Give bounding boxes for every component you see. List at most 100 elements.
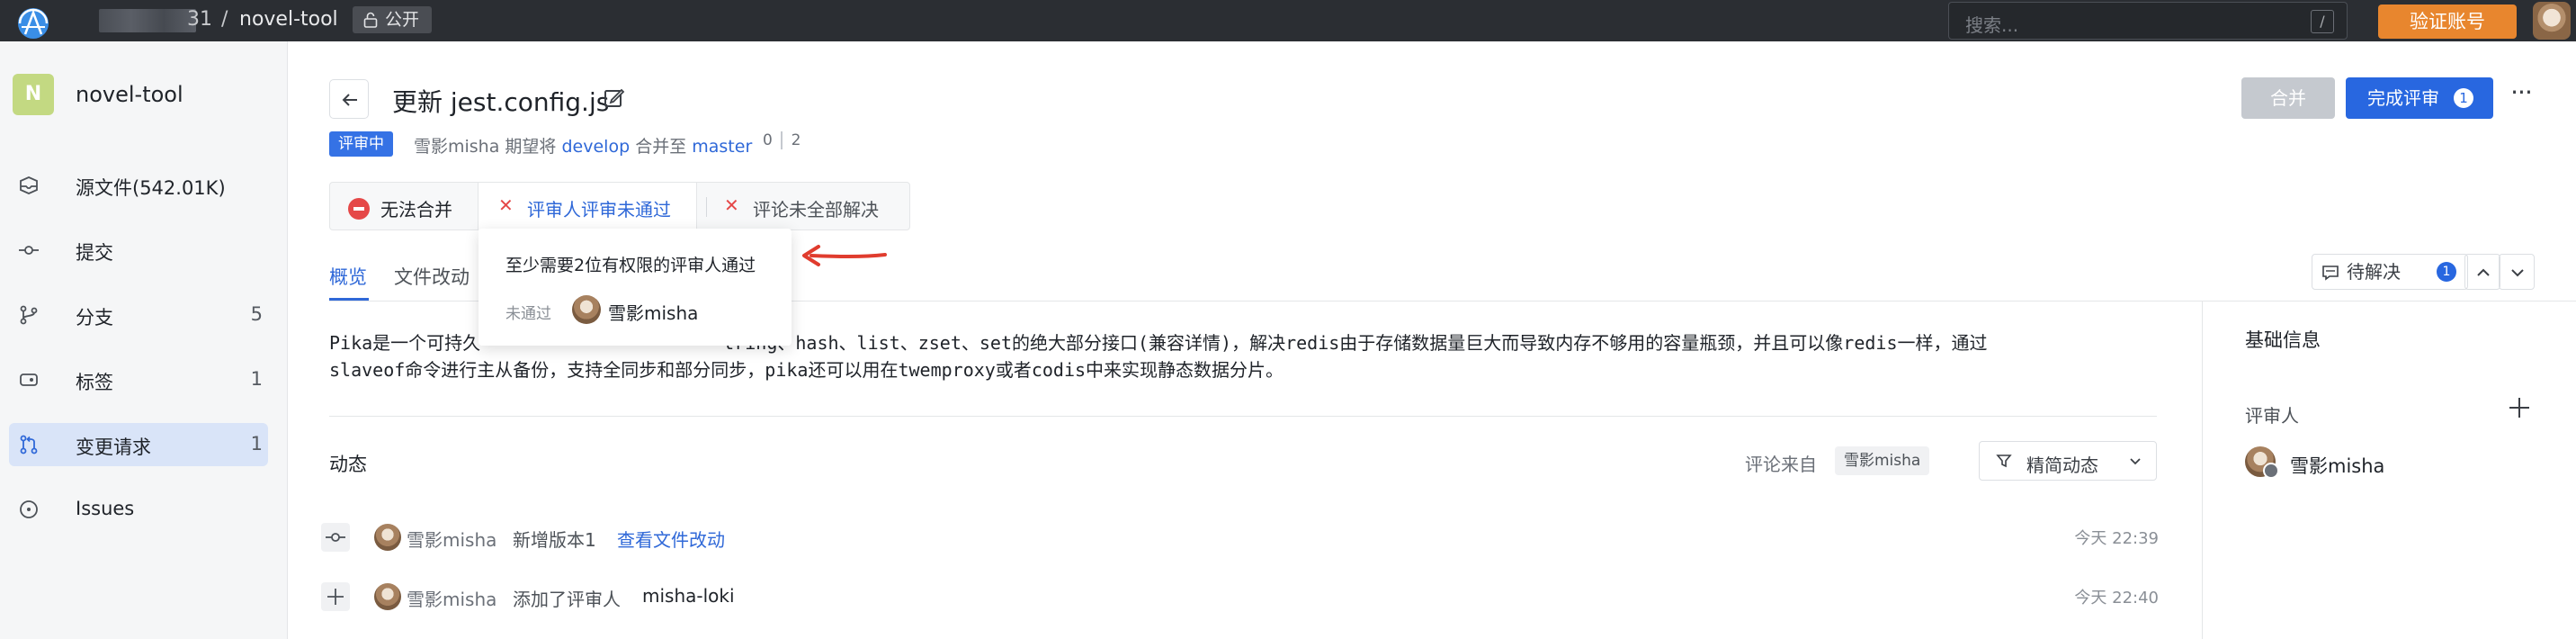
arrow-left-icon xyxy=(342,94,357,106)
avatar xyxy=(572,295,601,324)
avatar xyxy=(374,524,401,551)
sidebar-item-label: 源文件(542.01K) xyxy=(76,177,226,199)
activity-row: 雪影misha 新增版本1 查看文件改动 今天 22:39 xyxy=(320,515,2159,560)
unlock-icon xyxy=(363,12,378,28)
activity-time: 今天 22:39 xyxy=(2074,529,2159,548)
breadcrumb-repo[interactable]: novel-tool xyxy=(239,8,338,31)
visibility-badge: 公开 xyxy=(353,6,433,33)
mr-desc-text: 期望将 xyxy=(505,137,557,157)
verify-account-button[interactable]: 验证账号 xyxy=(2378,4,2517,39)
comments-from-label: 评论来自 xyxy=(1745,454,1817,475)
comment-icon xyxy=(2322,266,2339,281)
search-placeholder: 搜索... xyxy=(1965,14,2019,36)
activity-action: 新增版本1 xyxy=(513,529,596,551)
issues-icon xyxy=(20,500,38,518)
mr-body-line-2-start: slaveof命令进行主从备份， xyxy=(329,359,568,381)
commit-count-b: 2 xyxy=(791,131,801,149)
sidebar-item-label: 提交 xyxy=(76,242,113,264)
sidebar-item-tags[interactable]: 标签 1 xyxy=(9,358,268,401)
popover-status: 未通过 xyxy=(505,305,551,323)
sidebar-item-source[interactable]: 源文件(542.01K) xyxy=(9,164,268,207)
repo-owner-tail[interactable]: 31 xyxy=(187,8,212,31)
sidebar-item-count: 1 xyxy=(250,368,263,390)
previous-issue-button[interactable] xyxy=(2464,254,2500,290)
status-badge: 评审中 xyxy=(329,131,393,157)
basic-info-title: 基础信息 xyxy=(2245,329,2321,351)
sidebar-item-commits[interactable]: 提交 xyxy=(9,229,268,272)
finish-review-count: 1 xyxy=(2454,88,2473,108)
branch-icon xyxy=(20,305,38,325)
sidebar-item-label: 标签 xyxy=(76,372,113,393)
sidebar: N novel-tool 源文件(542.01K) 提交 分支 5 标签 1 变… xyxy=(0,41,288,639)
activity-action: 添加了评审人 xyxy=(513,589,621,610)
activity-user[interactable]: 雪影misha xyxy=(407,585,496,611)
activity-time: 今天 22:40 xyxy=(2074,589,2159,608)
breadcrumb-separator: / xyxy=(221,8,228,31)
sidebar-item-issues[interactable]: Issues xyxy=(9,488,268,531)
view-file-changes-link[interactable]: 查看文件改动 xyxy=(617,526,725,552)
add-reviewer-icon[interactable] xyxy=(2508,396,2531,419)
pending-label: 待解决 xyxy=(2347,261,2401,283)
search-input[interactable]: 搜索... / xyxy=(1948,2,2348,40)
visibility-label: 公开 xyxy=(385,10,420,30)
tag-icon xyxy=(20,374,38,386)
sidebar-item-label: Issues xyxy=(76,498,135,519)
mr-body-line-1-end: tring、hash、list、zset、set的绝大部分接口(兼容详情)，解决… xyxy=(723,332,1988,354)
source-branch-link[interactable]: develop xyxy=(561,137,630,157)
edit-icon[interactable] xyxy=(603,86,626,110)
sidebar-item-merge-requests[interactable]: 变更请求 1 xyxy=(9,423,268,466)
reviewer-check-popover: 至少需要2位有权限的评审人通过 未通过 雪影misha xyxy=(479,229,792,346)
user-avatar[interactable] xyxy=(2533,2,2571,40)
mr-body-line-1-start: Pika是一个可持久 xyxy=(329,332,481,354)
sidebar-item-label: 变更请求 xyxy=(76,436,151,458)
sidebar-repo-name[interactable]: novel-tool xyxy=(76,82,183,107)
sidebar-item-count: 1 xyxy=(250,433,263,454)
popover-title: 至少需要2位有权限的评审人通过 xyxy=(505,256,756,275)
commit-icon xyxy=(321,523,350,552)
target-branch-link[interactable]: master xyxy=(692,137,752,157)
activity-filter-dropdown[interactable]: 精简动态 xyxy=(1979,441,2157,481)
blocked-icon xyxy=(348,197,370,220)
commit-count-a: 0 xyxy=(763,131,773,149)
search-shortcut-key: / xyxy=(2311,10,2334,33)
reviewer-name[interactable]: 雪影misha xyxy=(2290,452,2384,479)
activity-user[interactable]: 雪影misha xyxy=(407,526,496,552)
merge-button[interactable]: 合并 xyxy=(2241,77,2335,119)
merge-request-icon xyxy=(20,435,38,454)
top-bar: 31 / novel-tool 公开 搜索... / 验证账号 xyxy=(0,0,2576,41)
site-logo-icon[interactable] xyxy=(13,4,54,40)
mr-description: 雪影misha 期望将 develop 合并至 master xyxy=(414,133,752,158)
finish-review-button[interactable]: 完成评审 1 xyxy=(2346,77,2493,119)
page-title: 更新 jest.config.js xyxy=(392,87,610,117)
activity-title: 动态 xyxy=(329,454,367,475)
source-icon xyxy=(20,176,38,194)
chevron-down-icon xyxy=(2130,458,2141,465)
sidebar-item-branches[interactable]: 分支 5 xyxy=(9,293,268,337)
cannot-merge-status: 无法合并 xyxy=(348,195,452,221)
tab-file-changes[interactable]: 文件改动 xyxy=(394,263,470,290)
back-button[interactable] xyxy=(329,79,369,119)
next-issue-button[interactable] xyxy=(2499,254,2535,290)
commit-stats: 0 2 xyxy=(763,131,801,149)
fail-x-icon: ✕ xyxy=(724,194,739,216)
check-label: 评审人评审未通过 xyxy=(527,199,671,220)
plus-icon xyxy=(321,582,350,611)
avatar xyxy=(374,583,401,610)
more-options-button[interactable]: ··· xyxy=(2506,80,2536,113)
sidebar-item-count: 5 xyxy=(250,303,263,325)
check-comments-unresolved[interactable]: ✕ 评论未全部解决 xyxy=(695,183,909,231)
activity-row: 雪影misha 添加了评审人 misha-loki 今天 22:40 xyxy=(320,574,2159,619)
check-label: 评论未全部解决 xyxy=(753,199,879,220)
mr-author[interactable]: 雪影misha xyxy=(414,137,499,157)
check-reviewer-not-passed[interactable]: ✕ 评审人评审未通过 xyxy=(478,182,697,230)
comment-user-filter-chip[interactable]: 雪影misha xyxy=(1835,446,1930,475)
activity-target-user[interactable]: misha-loki xyxy=(642,585,735,607)
finish-review-label: 完成评审 xyxy=(2367,87,2439,109)
tab-overview[interactable]: 概览 xyxy=(329,263,367,290)
chevron-up-icon xyxy=(2477,268,2490,276)
pending-count: 1 xyxy=(2437,262,2456,282)
popover-user[interactable]: 雪影misha xyxy=(608,299,698,325)
pending-issues-button[interactable]: 待解决 1 xyxy=(2312,254,2468,290)
cannot-merge-label: 无法合并 xyxy=(380,199,452,220)
repo-owner-blurred[interactable] xyxy=(99,9,196,32)
